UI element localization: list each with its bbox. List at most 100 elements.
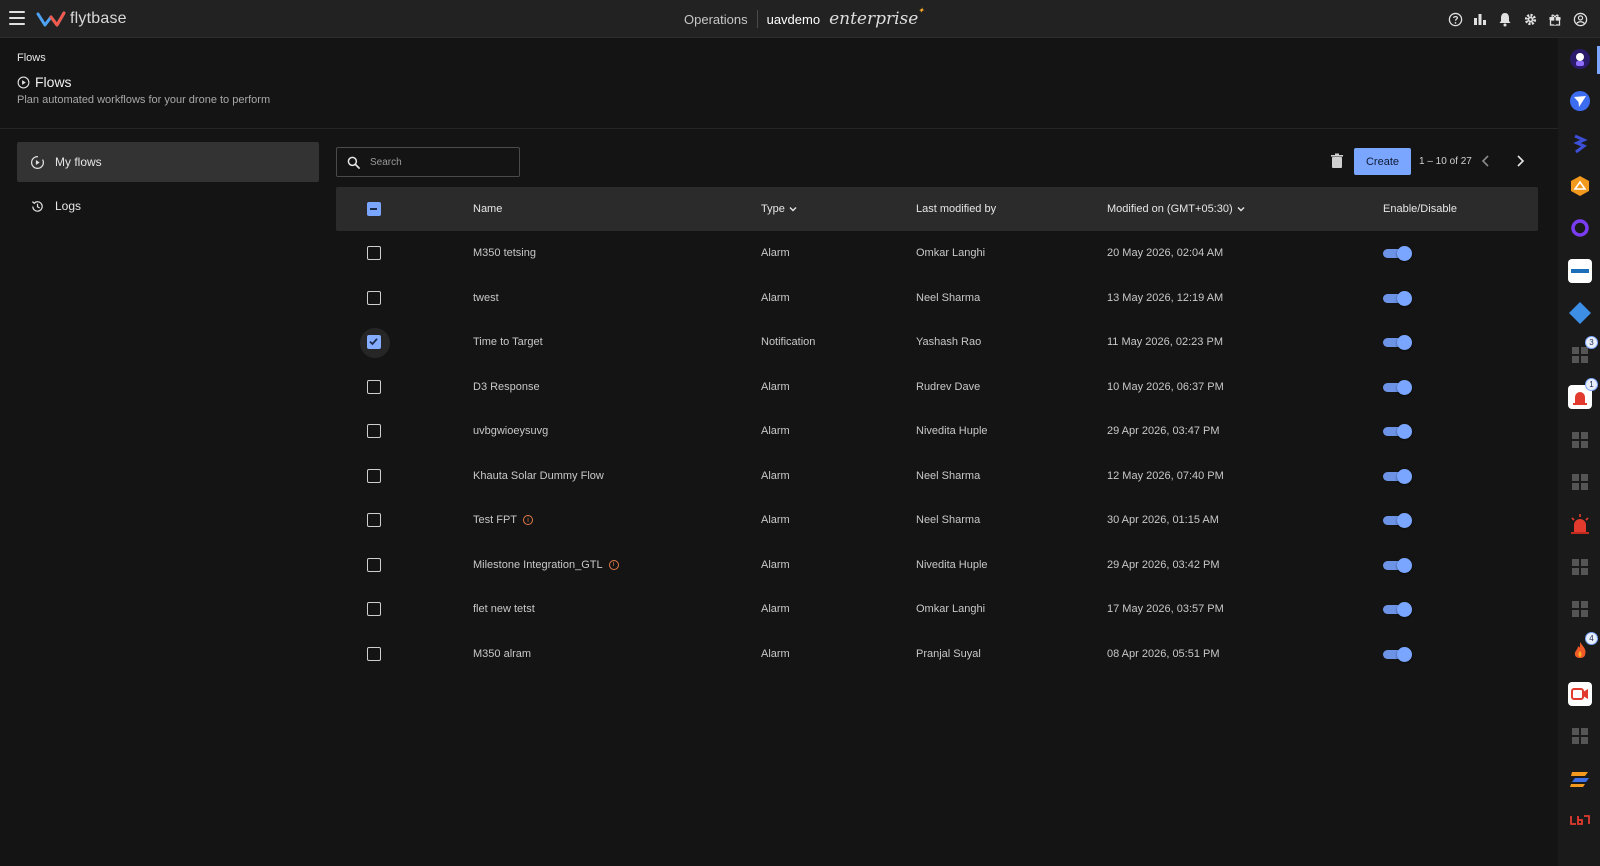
grid-app-icon[interactable] <box>1567 723 1593 749</box>
send-app-icon[interactable] <box>1567 88 1593 114</box>
flow-name[interactable]: Time to Target <box>473 336 543 348</box>
table-row[interactable]: M350 tetsing Alarm Omkar Langhi 20 May 2026… <box>336 231 1538 275</box>
row-checkbox[interactable] <box>367 602 381 616</box>
flytbase-logo[interactable]: flytbase <box>36 8 127 30</box>
table-row[interactable]: flet new tetst Alarm Omkar Langhi 17 May 20… <box>336 587 1538 631</box>
grid-app-icon[interactable] <box>1567 427 1593 453</box>
notification-bell-icon[interactable] <box>1497 11 1513 27</box>
flow-name[interactable]: M350 tetsing <box>473 247 536 259</box>
grid-app-icon[interactable] <box>1567 469 1593 495</box>
search-input[interactable] <box>370 156 510 168</box>
user-account-icon[interactable] <box>1572 11 1588 27</box>
diamond-app-icon[interactable] <box>1567 300 1593 326</box>
breadcrumb[interactable]: Flows <box>17 52 46 64</box>
enable-toggle[interactable] <box>1383 557 1412 573</box>
flow-name[interactable]: Milestone Integration_GTL <box>473 559 603 571</box>
row-checkbox[interactable] <box>367 246 381 260</box>
menu-hamburger-icon[interactable] <box>9 11 25 25</box>
table-row[interactable]: M350 alram Alarm Pranjal Suyal 08 Apr 2026,… <box>336 632 1538 676</box>
select-all-cell <box>367 187 381 231</box>
table-row[interactable]: D3 Response Alarm Rudrev Dave 10 May 2026, … <box>336 365 1538 409</box>
gift-icon[interactable] <box>1547 11 1563 27</box>
row-checkbox[interactable] <box>367 646 381 661</box>
brand-app-icon[interactable] <box>1567 807 1593 833</box>
row-select-cell <box>367 498 381 542</box>
row-checkbox[interactable] <box>367 513 381 527</box>
stripes-app-icon[interactable] <box>1567 765 1593 791</box>
analytics-icon[interactable] <box>1472 11 1488 27</box>
row-name-cell: twest <box>473 276 499 320</box>
column-header-modified-on[interactable]: Modified on (GMT+05:30) <box>1107 187 1246 231</box>
grid-app-icon[interactable] <box>1567 596 1593 622</box>
sword-app-icon[interactable] <box>1567 131 1593 157</box>
row-checkbox[interactable] <box>367 379 381 394</box>
row-select-cell <box>367 543 381 587</box>
column-header-type[interactable]: Type <box>761 187 798 231</box>
section-label[interactable]: Operations <box>684 12 748 27</box>
siren-app-icon[interactable]: 1 <box>1567 378 1598 410</box>
enable-toggle[interactable] <box>1383 468 1412 484</box>
enable-toggle[interactable] <box>1383 646 1412 662</box>
row-checkbox[interactable] <box>367 557 381 572</box>
flow-type: Alarm <box>761 469 790 482</box>
flow-type: Alarm <box>761 514 790 526</box>
toggle-knob <box>1397 424 1412 439</box>
settings-gear-icon[interactable] <box>1522 11 1538 27</box>
enable-toggle[interactable] <box>1383 246 1412 261</box>
table-row[interactable]: twest Alarm Neel Sharma 13 May 2026, 12:19 … <box>336 276 1538 320</box>
nav-item-logs[interactable]: Logs <box>17 186 319 226</box>
toggle-knob <box>1397 646 1412 662</box>
enable-toggle[interactable] <box>1383 290 1412 306</box>
flow-name[interactable]: flet new tetst <box>473 603 535 615</box>
ring-app-icon[interactable] <box>1567 215 1593 241</box>
column-header-name[interactable]: Name <box>473 187 502 231</box>
flame-app-icon[interactable]: 4 <box>1567 632 1598 664</box>
row-checkbox[interactable] <box>360 328 390 358</box>
chevron-left-icon[interactable] <box>1480 154 1492 168</box>
enable-toggle[interactable] <box>1383 602 1412 617</box>
plan-label: enterprise ✦ <box>829 6 924 29</box>
column-header-type-label: Type <box>761 203 785 215</box>
info-warning-icon[interactable]: i <box>523 515 534 525</box>
create-button[interactable]: Create <box>1354 148 1411 175</box>
enable-toggle[interactable] <box>1383 513 1412 528</box>
search-box[interactable] <box>336 147 520 177</box>
enable-toggle[interactable] <box>1383 379 1412 395</box>
hex-app-icon[interactable] <box>1567 173 1593 199</box>
nav-item-my-flows[interactable]: My flows <box>17 142 319 182</box>
flow-name[interactable]: uvbgwioeysuvg <box>473 425 548 437</box>
table-row[interactable]: uvbgwioeysuvg Alarm Nivedita Huple 29 Apr 2… <box>336 409 1538 453</box>
org-name[interactable]: uavdemo <box>767 12 820 27</box>
help-icon[interactable] <box>1447 11 1463 27</box>
flow-name[interactable]: D3 Response <box>473 381 540 393</box>
flow-name[interactable]: Khauta Solar Dummy Flow <box>473 470 604 482</box>
row-checkbox[interactable] <box>367 290 381 305</box>
row-select-cell <box>367 454 381 498</box>
table-row[interactable]: Test FPT i Alarm Neel Sharma 30 Apr 2026, 01… <box>336 498 1538 542</box>
enable-toggle[interactable] <box>1383 335 1412 350</box>
enable-toggle[interactable] <box>1383 424 1412 439</box>
astronaut-app-icon[interactable] <box>1567 46 1593 72</box>
select-all-checkbox[interactable] <box>367 202 381 216</box>
chevron-right-icon[interactable] <box>1514 154 1526 168</box>
chevron-down-icon <box>789 207 797 212</box>
info-warning-icon[interactable]: i <box>608 559 619 570</box>
flow-name[interactable]: twest <box>473 292 499 304</box>
grid-app-icon[interactable]: 3 <box>1567 336 1598 368</box>
alarm-light-app-icon[interactable] <box>1567 511 1593 537</box>
column-header-modified-on-label: Modified on (GMT+05:30) <box>1107 203 1233 215</box>
genetec-app-icon[interactable] <box>1567 258 1593 284</box>
flow-name[interactable]: Test FPT <box>473 514 517 526</box>
table-row[interactable]: Time to Target Notification Yashash Rao 11 … <box>336 320 1538 364</box>
video-app-icon[interactable] <box>1567 681 1593 707</box>
row-checkbox[interactable] <box>367 468 381 483</box>
flow-modified-on: 12 May 2026, 07:40 PM <box>1107 469 1224 482</box>
table-row[interactable]: Milestone Integration_GTL i Alarm Nivedita … <box>336 543 1538 587</box>
grid-app-icon[interactable] <box>1567 554 1593 580</box>
table-row[interactable]: Khauta Solar Dummy Flow Alarm Neel Sharma 1… <box>336 454 1538 498</box>
column-header-modified-by[interactable]: Last modified by <box>916 187 996 231</box>
delete-trash-icon[interactable] <box>1330 153 1344 169</box>
row-checkbox[interactable] <box>367 424 381 438</box>
row-select-cell <box>367 231 381 275</box>
flow-name[interactable]: M350 alram <box>473 648 531 660</box>
